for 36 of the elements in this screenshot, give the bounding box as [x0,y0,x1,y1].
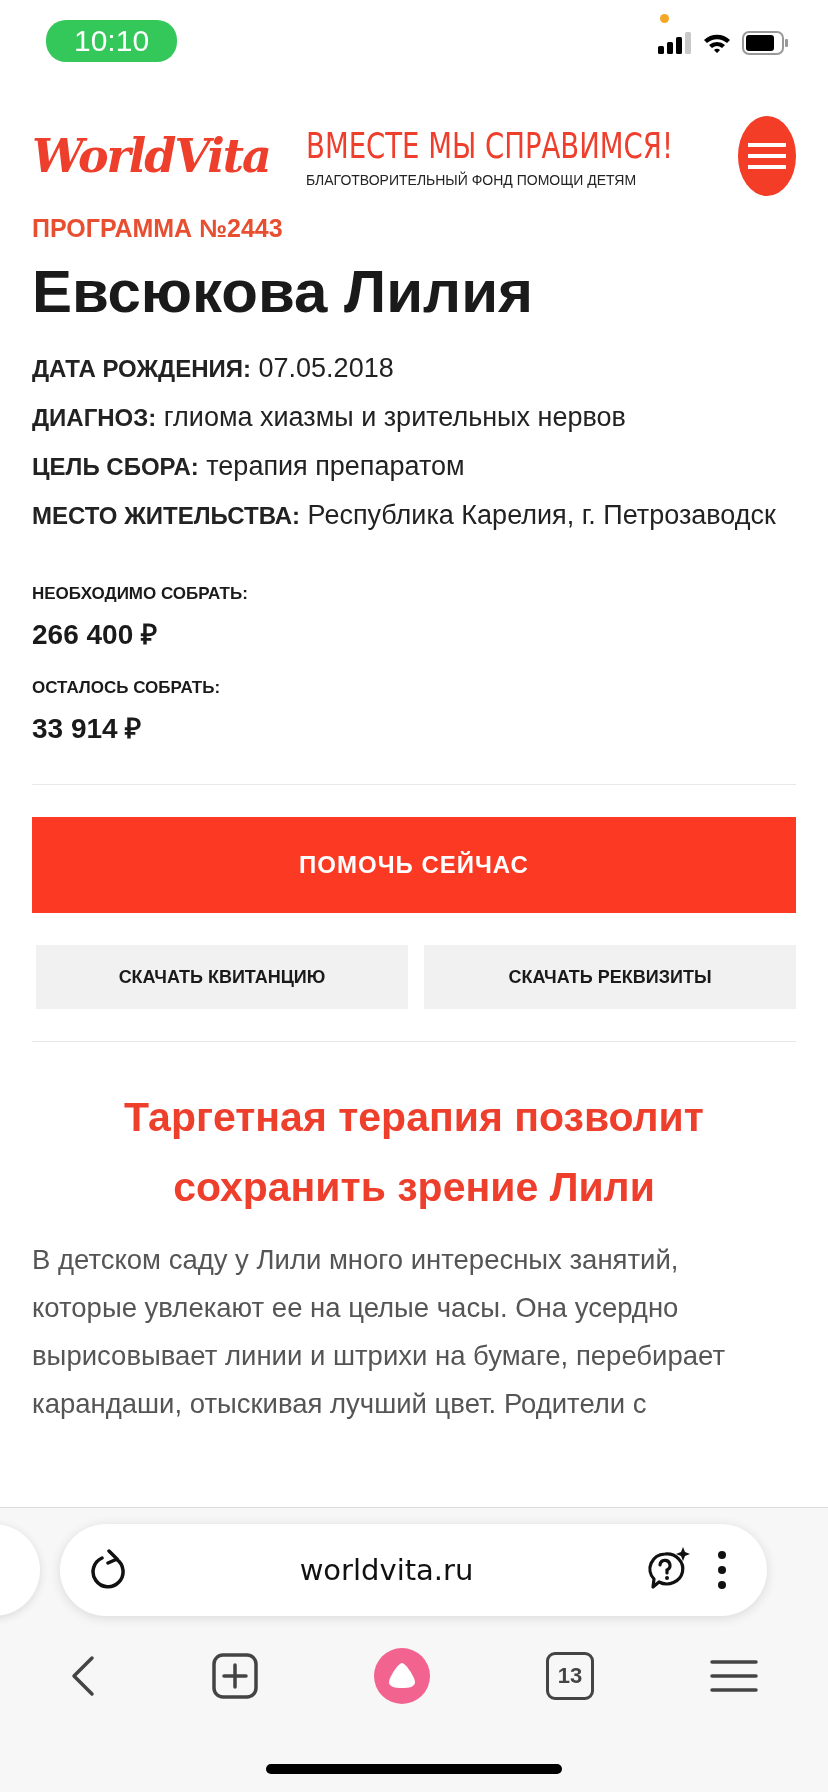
wifi-icon [702,32,732,54]
address-bar[interactable]: worldvita.ru [60,1524,767,1616]
menu-icon[interactable] [710,1659,758,1693]
tab-count-button[interactable]: 13 [546,1652,594,1700]
amount-value: 33 914 ₽ [32,712,143,746]
detail-line: ДАТА РОЖДЕНИЯ: 07.05.2018 [32,352,395,385]
help-now-button[interactable]: ПОМОЧЬ СЕЙЧАС [32,817,796,913]
article-title: Таргетная терапия позволит сохранить зрение Лили [123,1093,705,1212]
menu-icon [747,143,786,169]
back-icon[interactable] [70,1655,96,1697]
new-tab-icon[interactable] [212,1653,258,1699]
battery-icon [742,31,788,55]
detail-line: ЦЕЛЬ СБОРА: терапия препаратом [32,450,466,483]
slogan: ВМЕСТЕ МЫ СПРАВИМСЯ! [305,124,673,166]
download-button[interactable]: СКАЧАТЬ КВИТАНЦИЮ [36,945,408,1009]
subtitle: БЛАГОТВОРИТЕЛЬНЫЙ ФОНД ПОМОЩИ ДЕТЯМ [305,171,637,188]
detail-line: МЕСТО ЖИТЕЛЬСТВА: Республика Карелия, г. Петрозаводск [32,499,777,532]
article-text: вырисовывает линии и штрихи на бумаге, перебирает [32,1339,726,1373]
article-text: В детском саду у Лили много интересных занятий, [32,1243,679,1277]
program-number: ПРОГРАММА №2443 [32,214,284,243]
child-name: Евсюкова Лилия [32,257,535,326]
amount-label: ОСТАЛОСЬ СОБРАТЬ: [32,678,222,698]
detail-line: ДИАГНОЗ: глиома хиазмы и зрительных нервов [32,401,627,434]
address-text: worldvita.ru [298,1553,475,1587]
privacy-dot-icon [660,14,669,23]
article-text: которые увлекают ее на целые часы. Она усердно [32,1291,679,1325]
signal-icon [658,32,692,54]
status-time: 10:10 [46,20,178,62]
reload-icon[interactable] [90,1549,128,1591]
logo[interactable]: WorldVita [32,129,270,183]
more-icon[interactable] [717,1550,727,1590]
amount-value: 266 400 ₽ [32,618,158,652]
assistant-icon[interactable] [374,1648,430,1704]
article-text: карандаши, отыскивая лучший цвет. Родители с [32,1387,647,1421]
download-button[interactable]: СКАЧАТЬ РЕКВИЗИТЫ [424,945,796,1009]
amount-label: НЕОБХОДИМО СОБРАТЬ: [32,584,249,604]
